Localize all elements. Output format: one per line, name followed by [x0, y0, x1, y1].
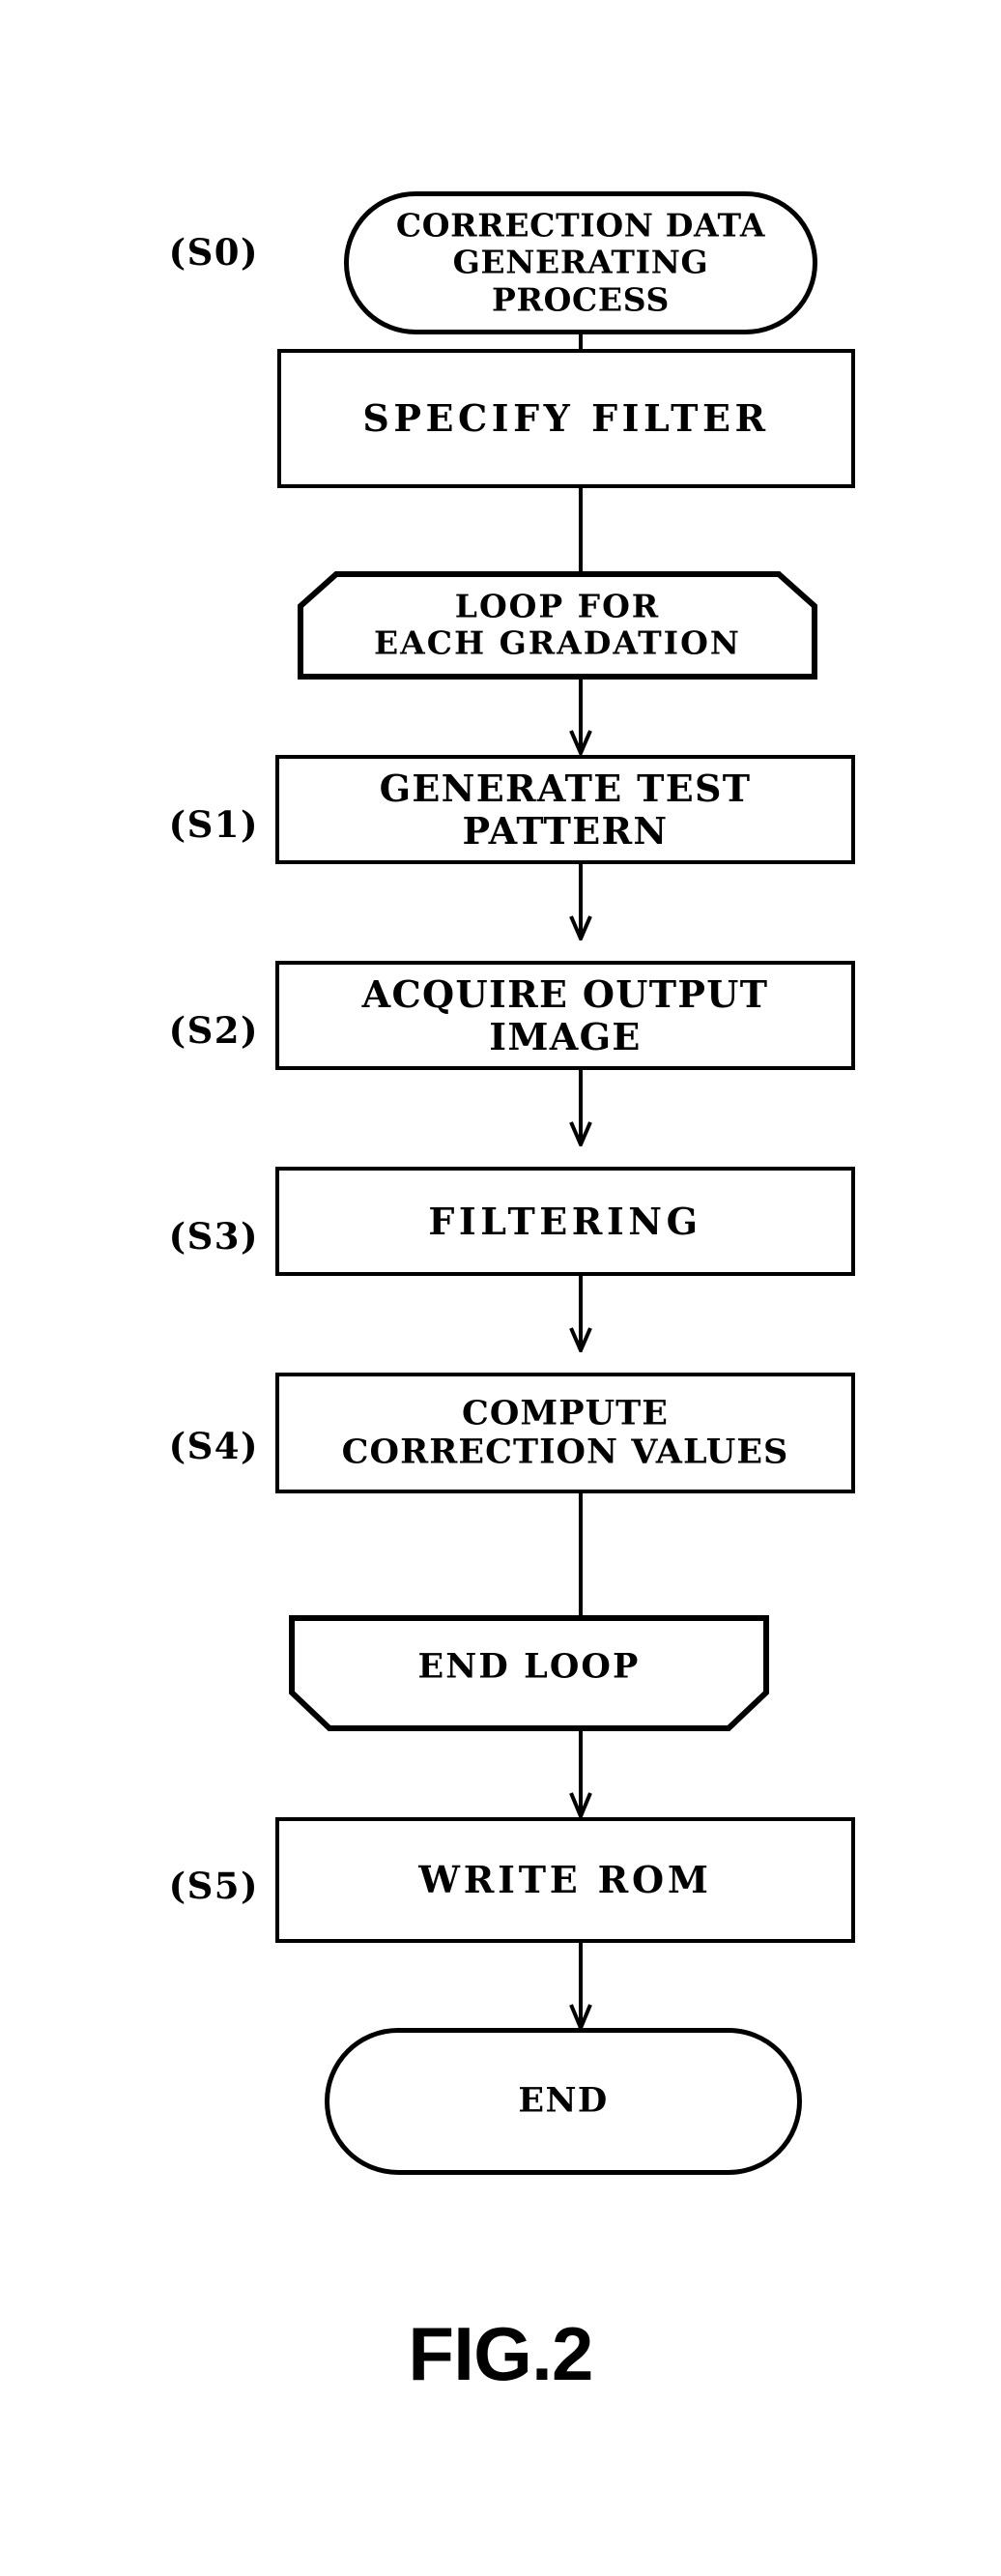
- arrow-down-icon: [569, 1729, 592, 1818]
- connector-s5-to-end: [564, 1943, 597, 2030]
- terminator-end-label: END: [518, 2080, 609, 2121]
- process-box-s3-label: FILTERING: [428, 1199, 702, 1243]
- process-box-s1: GENERATE TEST PATTERN: [275, 755, 856, 865]
- figure-caption: FIG.2: [408, 2311, 593, 2396]
- process-box-s4-label: COMPUTE CORRECTION VALUES: [341, 1392, 789, 1472]
- step-label-s1: (S1): [168, 803, 259, 846]
- process-box-s5-label: WRITE ROM: [418, 1857, 712, 1901]
- process-box-s5: WRITE ROM: [275, 1817, 856, 1944]
- terminator-end: END: [325, 2028, 802, 2175]
- process-box-s0-label: SPECIFY FILTER: [362, 395, 770, 440]
- loop-start-outline-icon: [298, 571, 817, 680]
- connector-loop-start-to-s1: [564, 678, 597, 755]
- step-label-s5: (S5): [168, 1865, 259, 1907]
- terminator-start: CORRECTION DATA GENERATING PROCESS: [344, 191, 817, 334]
- connector-s0-to-loop-start: [579, 488, 583, 573]
- process-box-s0: SPECIFY FILTER: [277, 349, 856, 489]
- terminator-start-label: CORRECTION DATA GENERATING PROCESS: [395, 206, 766, 319]
- step-label-s4: (S4): [168, 1425, 259, 1467]
- connector-s4-to-loop-end: [579, 1493, 583, 1617]
- connector-s3-to-s4: [564, 1275, 597, 1352]
- connector-s2-to-s3: [564, 1069, 597, 1146]
- connector-s1-to-s2: [564, 863, 597, 941]
- process-box-s3: FILTERING: [275, 1167, 856, 1277]
- arrow-down-icon: [569, 1275, 592, 1352]
- loop-end-shape: END LOOP: [289, 1615, 769, 1731]
- process-box-s2-label: ACQUIRE OUTPUT IMAGE: [361, 971, 769, 1058]
- connector-loop-end-to-s5: [564, 1729, 597, 1818]
- process-box-s1-label: GENERATE TEST PATTERN: [379, 766, 752, 853]
- arrow-down-icon: [569, 1943, 592, 2030]
- figure-page: CORRECTION DATA GENERATING PROCESS (S0) …: [0, 0, 1001, 2576]
- process-box-s2: ACQUIRE OUTPUT IMAGE: [275, 961, 856, 1071]
- arrow-down-icon: [569, 678, 592, 755]
- step-label-s0: (S0): [168, 231, 259, 274]
- step-label-s3: (S3): [168, 1215, 259, 1258]
- process-box-s4: COMPUTE CORRECTION VALUES: [275, 1373, 856, 1494]
- step-label-s2: (S2): [168, 1009, 259, 1052]
- arrow-down-icon: [569, 863, 592, 941]
- loop-end-outline-icon: [289, 1615, 769, 1731]
- arrow-down-icon: [569, 1069, 592, 1146]
- loop-start-shape: LOOP FOR EACH GRADATION: [298, 571, 817, 680]
